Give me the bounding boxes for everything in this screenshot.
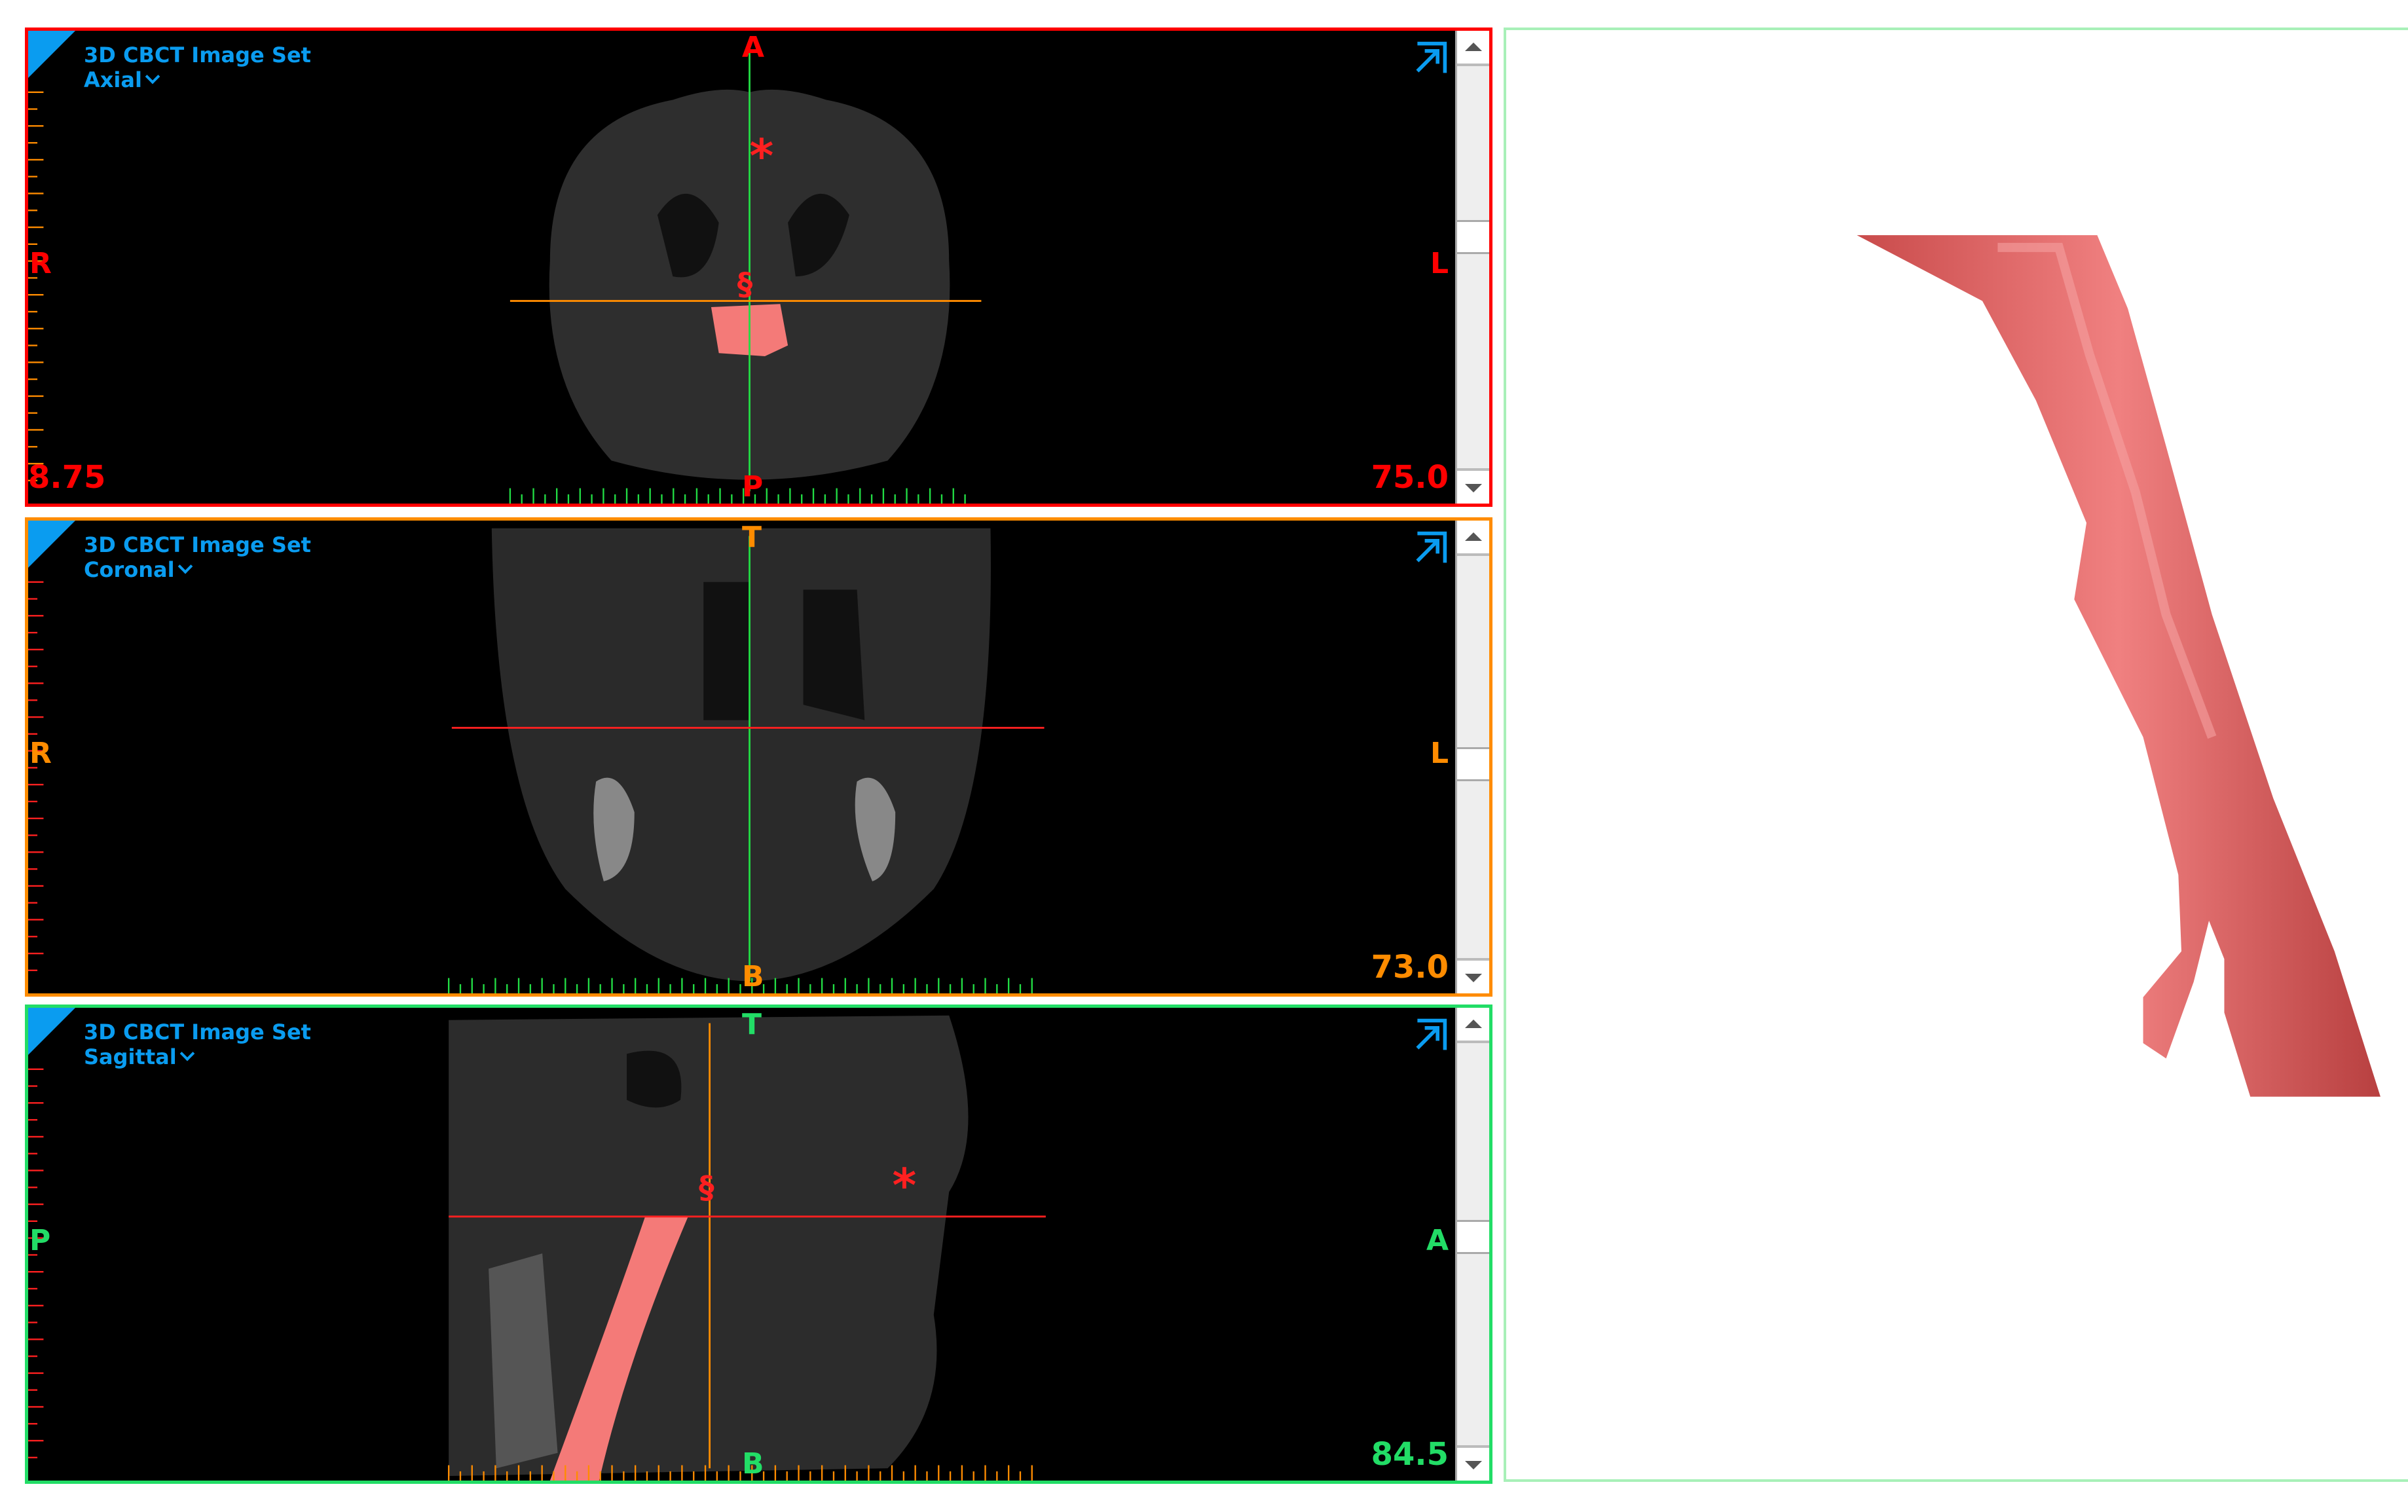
expand-arrow-icon[interactable] — [1412, 40, 1449, 77]
viewport-axial[interactable]: * § 3D CBCT Image Set Axial A P R L 8.75 75.0 — [25, 28, 1492, 507]
orientation-bottom: B — [742, 1447, 764, 1481]
scroll-up-button[interactable] — [1457, 521, 1489, 556]
orientation-top: T — [742, 521, 762, 554]
view-label: Sagittal — [84, 1044, 177, 1069]
vertical-scrollbar[interactable] — [1455, 31, 1489, 504]
view-select-dropdown[interactable]: Axial — [84, 67, 160, 92]
image-set-title: 3D CBCT Image Set — [84, 1020, 311, 1044]
view-label: Axial — [84, 67, 142, 92]
ct-slice-image[interactable] — [28, 521, 1462, 993]
orientation-left: P — [29, 1224, 51, 1257]
view-label: Coronal — [84, 557, 175, 582]
orientation-right: L — [1430, 247, 1449, 280]
vertical-scrollbar[interactable] — [1455, 521, 1489, 993]
airway-3d-model — [1857, 235, 2380, 1097]
ct-slice-image[interactable]: § * — [28, 1008, 1462, 1481]
corner-triangle-icon — [28, 521, 75, 568]
view-select-dropdown[interactable]: Sagittal — [84, 1044, 194, 1069]
airway-surface — [1857, 235, 2380, 1097]
orientation-bottom: B — [742, 960, 764, 993]
scroll-down-button[interactable] — [1457, 468, 1489, 504]
vertical-scrollbar[interactable] — [1455, 1008, 1489, 1481]
anatomy-shape — [703, 581, 750, 720]
asterisk-marker: * — [750, 130, 774, 183]
chevron-down-icon — [177, 559, 193, 574]
orientation-right: L — [1430, 737, 1449, 770]
viewport-sagittal[interactable]: § * 3D CBCT Image Set Sagittal T B P A 84.5 — [25, 1005, 1492, 1484]
chevron-down-icon — [145, 69, 160, 84]
section-marker: § — [699, 1170, 714, 1206]
scroll-up-button[interactable] — [1457, 1008, 1489, 1043]
value-right: 84.5 — [1371, 1436, 1449, 1473]
ct-slice-image[interactable]: *§ — [28, 31, 1462, 504]
orientation-top: A — [742, 31, 765, 64]
scroll-down-button[interactable] — [1457, 958, 1489, 993]
section-marker: § — [737, 267, 753, 303]
view-select-dropdown[interactable]: Coronal — [84, 557, 193, 582]
orientation-right: A — [1426, 1224, 1449, 1257]
orientation-left: R — [29, 247, 52, 280]
asterisk-marker: * — [892, 1158, 916, 1212]
corner-triangle-icon — [28, 1008, 75, 1055]
value-left: 8.75 — [28, 459, 106, 496]
orientation-top: T — [742, 1008, 762, 1041]
chevron-down-icon — [179, 1046, 194, 1061]
3d-model-view[interactable] — [1504, 28, 2408, 1482]
viewport-coronal[interactable]: 3D CBCT Image Set Coronal T B R L 73.0 — [25, 517, 1492, 997]
value-right: 75.0 — [1371, 459, 1449, 496]
scroll-thumb[interactable] — [1457, 220, 1489, 255]
orientation-bottom: P — [742, 470, 764, 504]
orientation-left: R — [29, 737, 52, 770]
scroll-up-button[interactable] — [1457, 31, 1489, 66]
scroll-thumb[interactable] — [1457, 747, 1489, 782]
value-right: 73.0 — [1371, 949, 1449, 986]
image-set-title: 3D CBCT Image Set — [84, 532, 311, 557]
expand-arrow-icon[interactable] — [1412, 530, 1449, 566]
image-set-title: 3D CBCT Image Set — [84, 43, 311, 67]
anatomy-shape — [803, 589, 865, 720]
corner-triangle-icon — [28, 31, 75, 78]
scroll-down-button[interactable] — [1457, 1445, 1489, 1481]
expand-arrow-icon[interactable] — [1412, 1017, 1449, 1054]
scroll-thumb[interactable] — [1457, 1219, 1489, 1254]
